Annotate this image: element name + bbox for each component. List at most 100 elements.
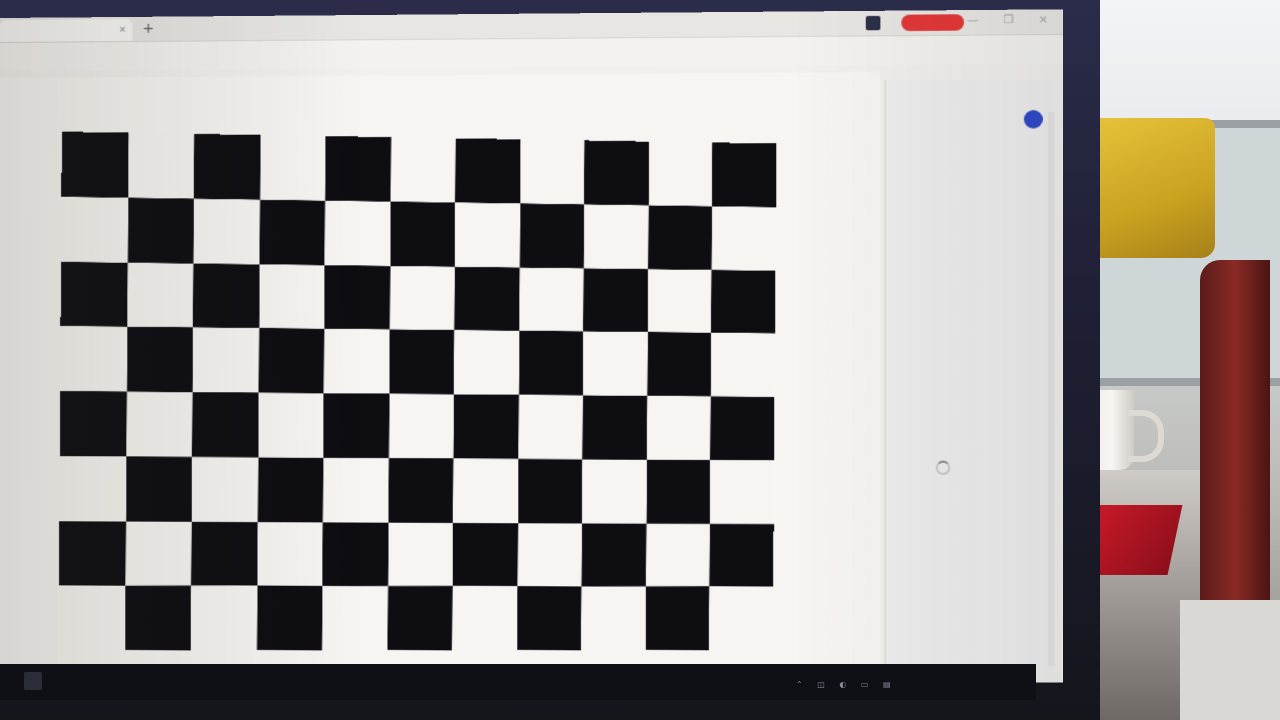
checker-square-light [125, 391, 193, 457]
panel-badge-icon[interactable] [1023, 110, 1043, 129]
checker-square-light [390, 137, 456, 203]
checker-square-dark [518, 330, 584, 396]
checker-square-dark [125, 456, 193, 522]
background-room [1070, 0, 1280, 720]
checker-square-dark [60, 261, 128, 327]
account-icon[interactable] [865, 15, 881, 31]
checker-square-dark [645, 586, 710, 651]
checker-square-light [710, 459, 775, 524]
floor [1180, 600, 1280, 720]
checker-square-dark [61, 131, 129, 198]
vip-button[interactable] [901, 14, 965, 32]
checker-square-dark [389, 201, 456, 267]
checker-square-dark [193, 133, 261, 200]
start-button-icon[interactable] [24, 672, 42, 690]
checker-square-dark [388, 457, 454, 523]
checker-square-dark [124, 585, 192, 651]
checker-square-dark [389, 329, 455, 395]
checker-square-dark [583, 267, 649, 333]
checker-square-light [59, 455, 126, 522]
taskbar: ⌃ ◫ ◐ ▭ ▤ [0, 664, 1036, 700]
checker-square-light [647, 268, 712, 333]
monitor-bezel: × + — ❐ × ◷ ▾ ◌ ✎ S [0, 0, 1100, 720]
checker-square-light [60, 196, 128, 263]
checker-square-dark [323, 393, 390, 458]
cup-handle [1128, 410, 1164, 462]
checker-square-dark [126, 326, 193, 393]
checker-square-light [520, 139, 585, 205]
checker-square-dark [324, 264, 390, 330]
checker-square-light [582, 459, 647, 523]
checker-square-dark [192, 392, 259, 458]
checker-square-dark [322, 521, 389, 587]
checker-square-dark [453, 394, 519, 459]
checker-square-light [711, 206, 776, 271]
checker-square-light [709, 586, 774, 651]
checker-square-dark [58, 520, 126, 586]
checker-square-light [259, 135, 326, 201]
checker-square-dark [712, 142, 777, 207]
checker-square-dark [387, 586, 453, 651]
checker-square-dark [646, 459, 711, 524]
checker-square-light [454, 330, 520, 395]
checker-square-light [518, 394, 584, 460]
checker-square-dark [256, 585, 323, 651]
checker-square-light [257, 392, 324, 458]
checker-square-light [191, 456, 258, 522]
checker-square-light [258, 263, 325, 329]
checker-square-dark [257, 457, 324, 522]
checker-square-light [192, 327, 259, 393]
checker-square-light [58, 585, 126, 651]
checker-square-light [387, 522, 454, 587]
checker-square-dark [192, 263, 260, 329]
checker-square-light [646, 395, 712, 460]
checker-square-light [452, 586, 518, 651]
system-tray-icons[interactable]: ⌃ ◫ ◐ ▭ ▤ [796, 680, 897, 689]
vertical-scrollbar[interactable] [1048, 112, 1055, 667]
checker-square-dark [582, 395, 648, 460]
checker-square-light [323, 328, 390, 394]
checker-square-dark [325, 136, 391, 202]
checker-square-light [454, 202, 521, 268]
new-tab-icon[interactable]: + [142, 19, 154, 39]
checker-square-dark [191, 521, 258, 586]
checker-square-light [125, 521, 192, 586]
checker-square-dark [647, 332, 712, 397]
checker-square-dark [711, 269, 776, 334]
checker-square-dark [648, 205, 713, 270]
checker-square-light [388, 393, 455, 459]
checker-square-dark [517, 458, 583, 523]
monitor-screen: × + — ❐ × ◷ ▾ ◌ ✎ S [0, 9, 1063, 683]
checker-square-dark [519, 203, 585, 268]
checker-square-dark [710, 396, 775, 461]
checker-square-dark [59, 391, 127, 457]
checker-square-light [389, 265, 455, 331]
checker-square-light [453, 458, 519, 523]
checker-square-dark [581, 522, 647, 587]
loading-spinner-icon [935, 460, 951, 475]
tab-close-icon[interactable]: × [119, 19, 127, 41]
checker-square-dark [455, 138, 521, 204]
checker-square-dark [454, 266, 520, 331]
checker-square-dark [516, 586, 582, 651]
checkerboard [58, 131, 777, 651]
checker-square-light [583, 204, 649, 269]
document-tab[interactable]: × [0, 18, 133, 42]
checker-square-light [519, 267, 584, 332]
checker-square-light [322, 586, 388, 651]
checker-square-light [711, 332, 776, 397]
yellow-towel [1095, 118, 1215, 258]
checker-square-light [645, 522, 711, 587]
checker-square-light [322, 457, 389, 523]
side-panel [884, 79, 1056, 675]
checker-square-light [648, 141, 713, 207]
checker-square-light [257, 521, 323, 587]
checker-square-dark [709, 523, 774, 587]
checker-square-dark [452, 522, 518, 587]
window-controls[interactable]: — ❐ × [967, 12, 1058, 26]
checker-square-dark [258, 328, 325, 394]
red-curtain [1200, 260, 1270, 630]
document-canvas [0, 72, 881, 676]
checker-square-light [127, 132, 195, 199]
checker-square-light [581, 586, 646, 651]
